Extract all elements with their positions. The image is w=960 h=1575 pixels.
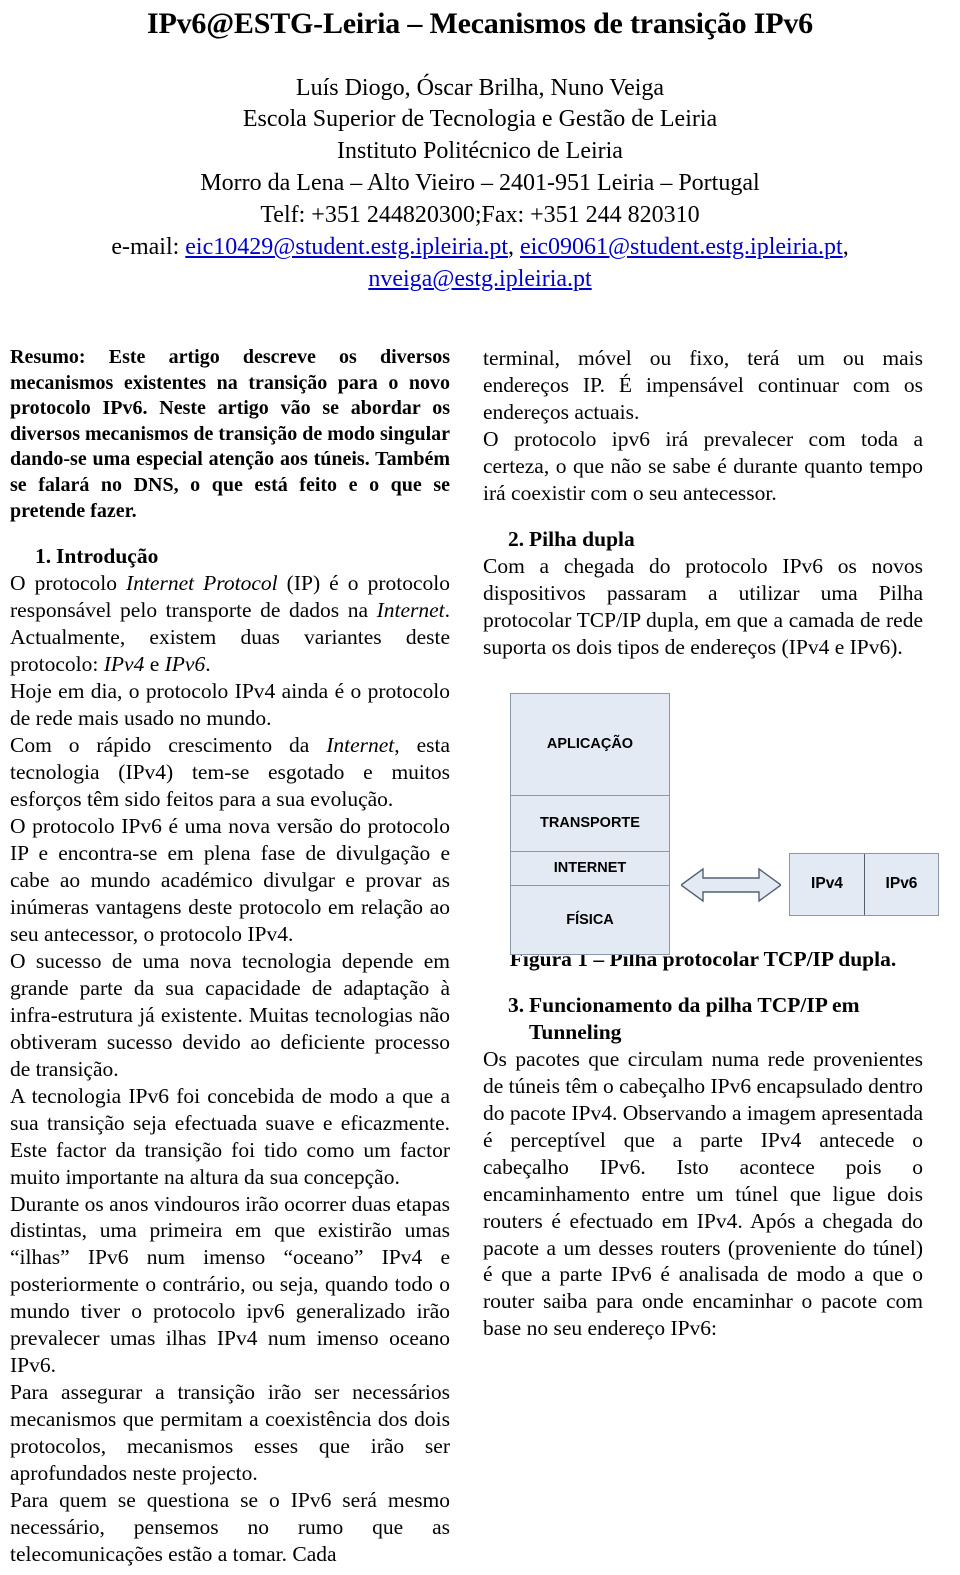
- email-link-1[interactable]: eic10429@student.estg.ipleiria.pt: [185, 234, 508, 260]
- paragraph-p3: Com o rápido crescimento da Internet, es…: [10, 732, 450, 813]
- paragraph-r3: Com a chegada do protocolo IPv6 os novos…: [483, 553, 923, 661]
- section-1-title: Introdução: [56, 544, 159, 569]
- email-label: e-mail:: [111, 234, 186, 261]
- right-column-paragraphs-mid: Com a chegada do protocolo IPv6 os novos…: [483, 553, 923, 661]
- double-arrow-icon: [681, 867, 781, 903]
- phone-line: Telf: +351 244820300;Fax: +351 244 82031…: [260, 202, 700, 229]
- section-1-number: 1.: [35, 544, 52, 569]
- stack-layer-fisica: FÍSICA: [511, 885, 669, 954]
- emphasis-text: Internet Protocol: [126, 571, 278, 596]
- author-affiliation-block: Luís Diogo, Óscar Brilha, Nuno Veiga Esc…: [10, 73, 950, 233]
- paragraph-p5: O sucesso de uma nova tecnologia depende…: [10, 948, 450, 1083]
- paper-page: IPv6@ESTG-Leiria – Mecanismos de transiç…: [0, 5, 960, 1575]
- section-3-title-line-2: Tunneling: [529, 1019, 622, 1044]
- email-separator-2: ,: [842, 234, 849, 261]
- paragraph-p4: O protocolo IPv6 é uma nova versão do pr…: [10, 813, 450, 948]
- tcpip-stack-diagram: APLICAÇÃO TRANSPORTE INTERNET FÍSICA: [510, 692, 670, 955]
- email-separator-1: ,: [507, 234, 520, 261]
- paragraph-p9: Para quem se questiona se o IPv6 será me…: [10, 1487, 450, 1568]
- paragraph-p7: Durante os anos vindouros irão ocorrer d…: [10, 1191, 450, 1380]
- text-run: Com o rápido crescimento da: [10, 733, 327, 758]
- emphasis-text: IPv4: [103, 652, 145, 677]
- text-run: Os pacotes que circulam numa rede proven…: [483, 1046, 924, 1341]
- section-3-title-line-1: Funcionamento da pilha TCP/IP em: [529, 992, 860, 1017]
- paragraph-r1: terminal, móvel ou fixo, terá um ou mais…: [483, 345, 923, 426]
- text-run: terminal, móvel ou fixo, terá um ou mais…: [483, 346, 923, 424]
- left-column: Resumo: Este artigo descreve os diversos…: [10, 345, 450, 1568]
- affiliation-line-1: Escola Superior de Tecnologia e Gestão d…: [242, 106, 718, 133]
- section-heading-2: 2. Pilha dupla: [483, 526, 923, 553]
- two-column-body: Resumo: Este artigo descreve os diversos…: [10, 345, 950, 1568]
- section-3-title: Funcionamento da pilha TCP/IP em Tunnelin…: [529, 992, 923, 1046]
- text-run: O protocolo ipv6 irá prevalecer com toda…: [483, 426, 923, 505]
- ip-version-cell-ipv6: IPv6: [864, 853, 938, 915]
- left-column-paragraphs: O protocolo Internet Protocol (IP) é o p…: [10, 570, 450, 1568]
- affiliation-line-2: Instituto Politécnico de Leiria: [337, 138, 623, 165]
- section-2-title: Pilha dupla: [529, 526, 635, 551]
- text-run: O protocolo IPv6 é uma nova versão do pr…: [10, 813, 450, 946]
- page-title: IPv6@ESTG-Leiria – Mecanismos de transiç…: [147, 7, 813, 40]
- paragraph-p2: Hoje em dia, o protocolo IPv4 ainda é o …: [10, 678, 450, 732]
- emphasis-text: Internet: [326, 733, 395, 758]
- emphasis-text: Internet: [376, 598, 445, 623]
- text-run: O sucesso de uma nova tecnologia depende…: [10, 948, 450, 1081]
- paragraph-p8: Para assegurar a transição irão ser nece…: [10, 1379, 450, 1487]
- section-heading-1: 1. Introdução: [10, 543, 450, 570]
- stack-layer-transporte: TRANSPORTE: [511, 795, 669, 852]
- text-run: Para quem se questiona se o IPv6 será me…: [10, 1488, 450, 1567]
- text-run: A tecnologia IPv6 foi concebida de modo …: [10, 1083, 450, 1189]
- text-run: Para assegurar a transição irão ser nece…: [10, 1380, 450, 1486]
- address-line: Morro da Lena – Alto Vieiro – 2401-951 L…: [200, 170, 760, 197]
- paragraph-r4: Os pacotes que circulam numa rede proven…: [483, 1046, 923, 1343]
- text-run: O protocolo: [10, 571, 127, 596]
- section-heading-3: 3. Funcionamento da pilha TCP/IP em Tunne…: [483, 992, 923, 1046]
- section-2-number: 2.: [508, 526, 525, 551]
- email-block: e-mail: eic10429@student.estg.ipleiria.p…: [10, 232, 950, 296]
- text-run: e: [144, 652, 165, 677]
- stack-layer-internet: INTERNET: [511, 851, 669, 886]
- text-run: .: [205, 652, 211, 677]
- paragraph-p6: A tecnologia IPv6 foi concebida de modo …: [10, 1083, 450, 1191]
- right-column: terminal, móvel ou fixo, terá um ou mais…: [483, 345, 939, 1568]
- stack-layer-aplicacao: APLICAÇÃO: [511, 693, 669, 796]
- paragraph-r2: O protocolo ipv6 irá prevalecer com toda…: [483, 426, 923, 507]
- email-link-2[interactable]: eic09061@student.estg.ipleiria.pt: [520, 234, 843, 260]
- figure-1: APLICAÇÃO TRANSPORTE INTERNET FÍSICA IPv…: [483, 683, 939, 955]
- text-run: Durante os anos vindouros irão ocorrer d…: [10, 1191, 451, 1378]
- authors-line: Luís Diogo, Óscar Brilha, Nuno Veiga: [295, 74, 665, 101]
- ip-version-cell-ipv4: IPv4: [811, 875, 843, 893]
- right-column-paragraphs-top: terminal, móvel ou fixo, terá um ou mais…: [483, 345, 923, 507]
- text-run: Hoje em dia, o protocolo IPv4 ainda é o …: [10, 679, 450, 731]
- text-run: Com a chegada do protocolo IPv6 os novos…: [483, 553, 923, 659]
- email-link-3[interactable]: nveiga@estg.ipleiria.pt: [368, 266, 591, 292]
- emphasis-text: IPv6: [164, 652, 206, 677]
- section-3-number: 3.: [508, 992, 525, 1017]
- paragraph-p1: O protocolo Internet Protocol (IP) é o p…: [10, 570, 450, 678]
- ip-version-box: IPv4 IPv6: [789, 852, 939, 916]
- right-column-paragraphs-bottom: Os pacotes que circulam numa rede proven…: [483, 1046, 923, 1343]
- abstract-paragraph: Resumo: Este artigo descreve os diversos…: [10, 346, 450, 522]
